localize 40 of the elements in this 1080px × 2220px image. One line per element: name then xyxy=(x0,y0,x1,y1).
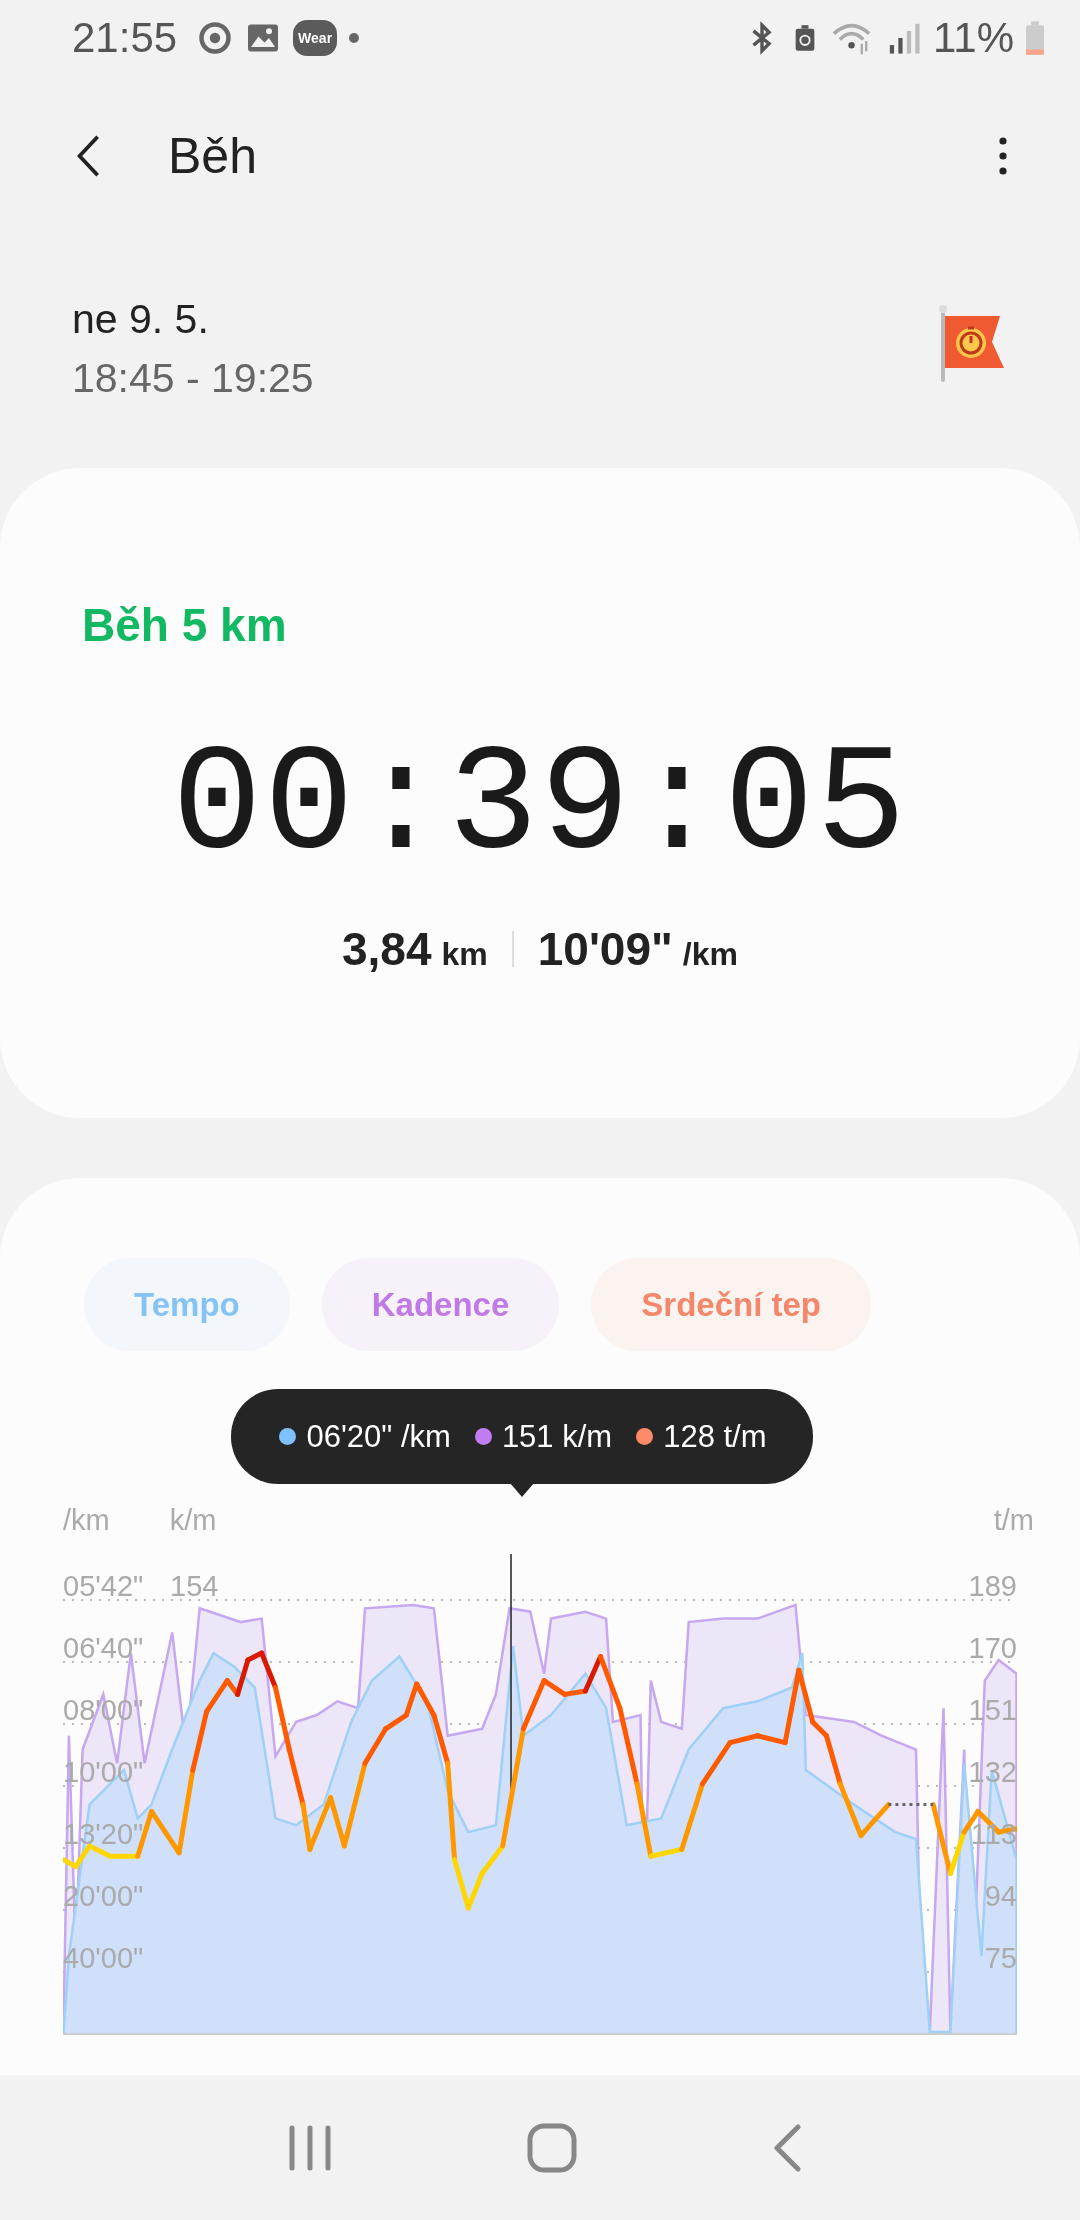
back-icon[interactable] xyxy=(76,134,100,178)
chart-filter-chip[interactable]: Srdeční tep xyxy=(591,1258,871,1351)
axis-unit: k/m xyxy=(169,1504,217,1538)
page-title: Běh xyxy=(168,127,257,185)
pace-tick-label: 13'20" xyxy=(63,1820,144,1849)
workout-title: Běh 5 km xyxy=(82,598,287,652)
tooltip-value: 128 t/m xyxy=(663,1418,767,1455)
battery-icon xyxy=(1026,20,1044,56)
chart-filter-chip[interactable]: Tempo xyxy=(84,1258,290,1351)
heart-rate-tick-label: 75 xyxy=(984,1944,1017,1973)
gap-line xyxy=(888,1803,934,1807)
tooltip-value: 06'20" /km xyxy=(306,1418,451,1455)
pace-tick-label: 05'42" xyxy=(63,1572,144,1601)
pace-tick-label: 06'40" xyxy=(63,1634,144,1663)
back-nav-icon[interactable] xyxy=(772,2123,803,2172)
battery-percentage: 11% xyxy=(933,14,1014,62)
pace-value: 10'09" xyxy=(537,922,673,976)
distance-unit: km xyxy=(441,936,488,973)
notification-dot-icon xyxy=(349,33,360,43)
workout-date: ne 9. 5. xyxy=(72,296,210,343)
home-icon[interactable] xyxy=(527,2122,577,2173)
wear-badge: Wear xyxy=(293,20,338,56)
sync-icon xyxy=(197,20,234,56)
recent-apps-icon[interactable] xyxy=(287,2124,332,2171)
pace-unit: /km xyxy=(682,936,738,973)
heart-rate-tick-label: 170 xyxy=(968,1634,1017,1663)
cadence-tick-label: 154 xyxy=(170,1572,219,1601)
tooltip-value: 151 k/m xyxy=(501,1418,613,1455)
chart-filter-chip[interactable]: Kadence xyxy=(321,1258,560,1351)
axis-unit: /km xyxy=(63,1504,110,1538)
heart-rate-tick-label: 94 xyxy=(984,1882,1017,1911)
pace-tick-label: 20'00" xyxy=(63,1882,144,1911)
pace-tick-label: 40'00" xyxy=(63,1944,144,1973)
axis-unit: t/m xyxy=(993,1504,1034,1538)
status-time: 21:55 xyxy=(72,14,178,62)
workout-time-range: 18:45 - 19:25 xyxy=(72,355,315,402)
workout-duration: 00:39:05 xyxy=(171,732,909,882)
distance-value: 3,84 xyxy=(342,922,432,976)
heart-rate-tick-label: 189 xyxy=(968,1572,1017,1601)
more-options-icon[interactable] xyxy=(998,134,1008,178)
